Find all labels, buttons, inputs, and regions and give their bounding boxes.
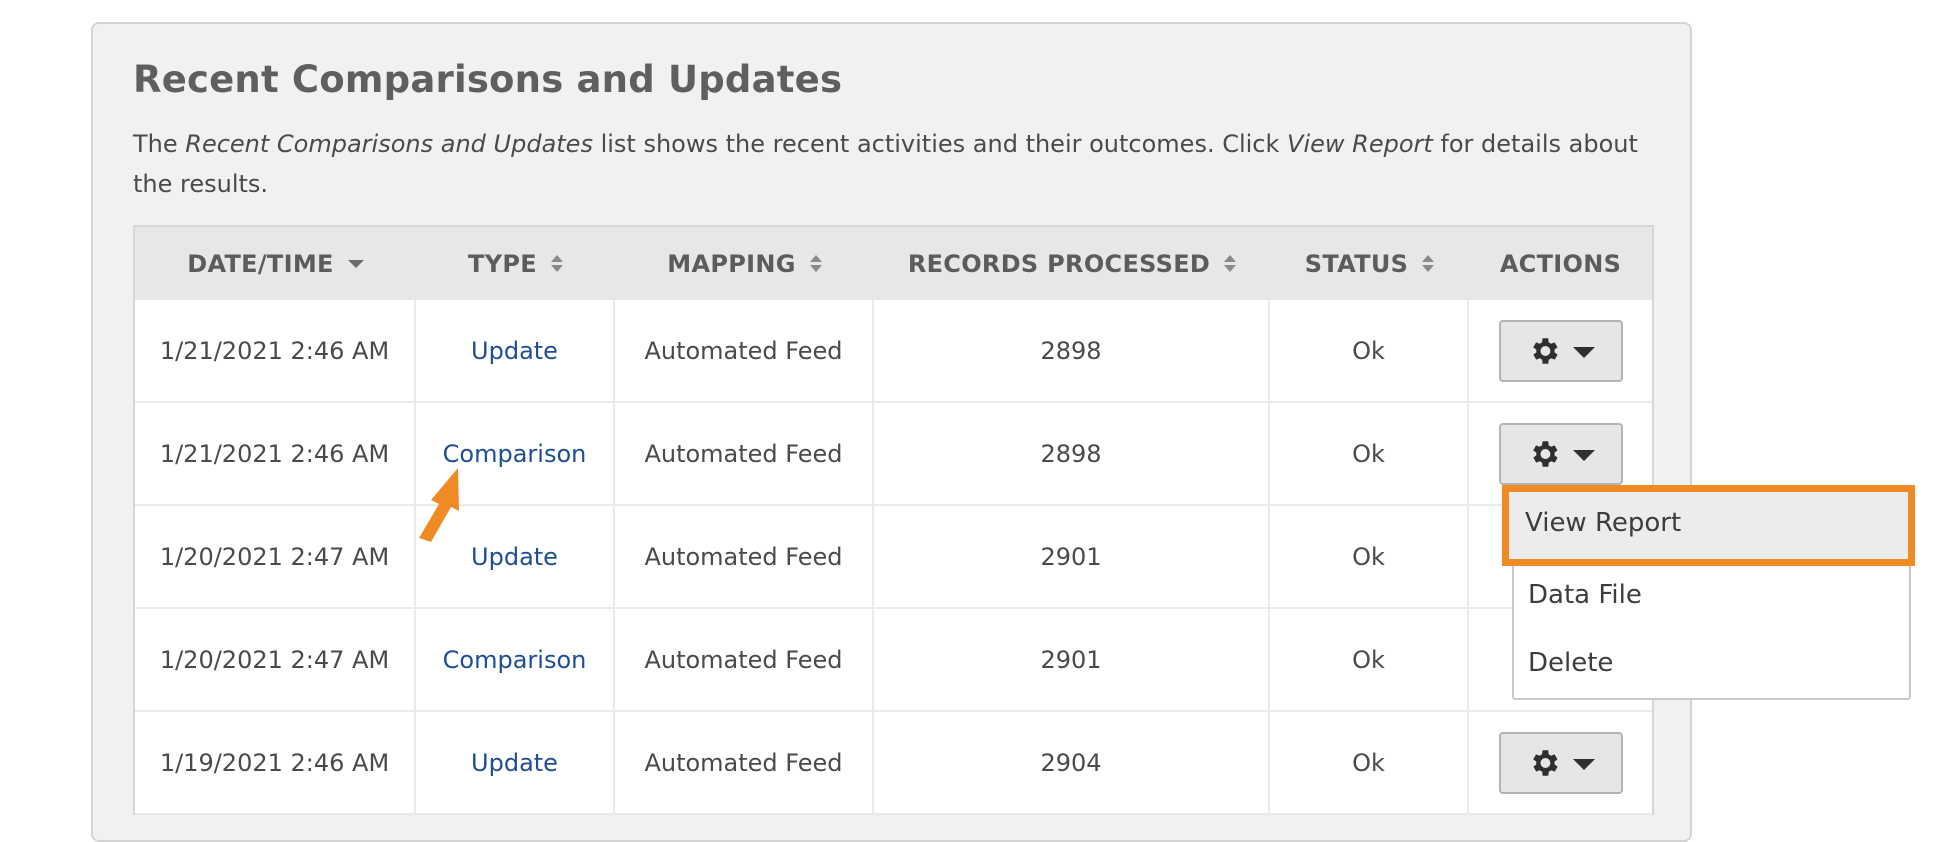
sort-icon [1224,255,1237,272]
cell-status: Ok [1270,609,1469,710]
sort-icon [550,255,563,272]
header-type-label: TYPE [468,249,537,278]
desc-emphasis-2: View Report [1287,130,1433,158]
header-status[interactable]: STATUS [1270,227,1469,300]
type-link[interactable]: Comparison [443,646,587,674]
actions-dropdown-button[interactable] [1498,319,1623,382]
type-link[interactable]: Update [471,337,558,365]
cell-type: Update [416,712,615,813]
cell-datetime: 1/21/2021 2:46 AM [135,300,416,401]
cell-datetime: 1/19/2021 2:46 AM [135,712,416,813]
caret-down-icon [1572,758,1595,770]
header-type[interactable]: TYPE [416,227,615,300]
arrow-icon [419,468,459,542]
cell-mapping: Automated Feed [615,609,874,710]
header-actions: ACTIONS [1469,227,1652,300]
cell-mapping: Automated Feed [615,506,874,607]
desc-emphasis-1: Recent Comparisons and Updates [185,130,593,158]
table-header-row: DATE/TIME TYPE MAPPING RECORDS PROCESSED… [135,227,1652,300]
header-records-label: RECORDS PROCESSED [907,249,1211,278]
cell-datetime: 1/20/2021 2:47 AM [135,506,416,607]
table-row: 1/21/2021 2:46 AM Update Automated Feed … [135,300,1652,403]
table-row: 1/20/2021 2:47 AM Comparison Automated F… [135,609,1652,712]
cell-status: Ok [1270,300,1469,401]
caret-down-icon [1572,346,1595,358]
header-mapping[interactable]: MAPPING [615,227,874,300]
cell-actions [1469,300,1652,401]
cell-type: Update [416,300,615,401]
menu-item-data-file[interactable]: Data File [1528,580,1642,610]
menu-item-view-report-highlight: View Report [1502,485,1915,566]
cell-mapping: Automated Feed [615,712,874,813]
cell-mapping: Automated Feed [615,300,874,401]
cell-datetime: 1/21/2021 2:46 AM [135,403,416,504]
sort-icon [809,255,822,272]
cell-records: 2901 [874,506,1270,607]
cell-status: Ok [1270,506,1469,607]
activity-table: DATE/TIME TYPE MAPPING RECORDS PROCESSED… [133,225,1654,815]
table-row: 1/20/2021 2:47 AM Update Automated Feed … [135,506,1652,609]
cell-records: 2904 [874,712,1270,813]
desc-text-1: The [133,130,186,158]
type-link[interactable]: Update [471,543,558,571]
header-datetime[interactable]: DATE/TIME [135,227,416,300]
cell-status: Ok [1270,403,1469,504]
gear-icon [1532,749,1558,776]
section-description: The Recent Comparisons and Updates list … [133,124,1663,204]
cell-datetime: 1/20/2021 2:47 AM [135,609,416,710]
desc-text-2: list shows the recent activities and the… [592,130,1288,158]
cell-status: Ok [1270,712,1469,813]
actions-dropdown-button[interactable] [1498,731,1623,794]
type-link[interactable]: Update [471,749,558,777]
cell-records: 2898 [874,300,1270,401]
cell-records: 2898 [874,403,1270,504]
header-records[interactable]: RECORDS PROCESSED [874,227,1270,300]
cell-type: Comparison [416,609,615,710]
menu-item-delete[interactable]: Delete [1528,648,1613,678]
table-row: 1/21/2021 2:46 AM Comparison Automated F… [135,403,1652,506]
menu-item-view-report[interactable]: View Report [1525,508,1681,538]
header-datetime-label: DATE/TIME [187,249,334,278]
header-status-label: STATUS [1304,249,1409,278]
caret-down-icon [347,259,364,268]
sort-icon [1422,255,1435,272]
cell-mapping: Automated Feed [615,403,874,504]
caret-down-icon [1572,449,1595,461]
section-title: Recent Comparisons and Updates [133,58,843,101]
header-mapping-label: MAPPING [667,249,796,278]
cell-actions [1469,712,1652,813]
gear-icon [1532,440,1558,467]
cell-records: 2901 [874,609,1270,710]
gear-icon [1532,337,1558,364]
header-actions-label: ACTIONS [1499,249,1622,278]
actions-dropdown-button[interactable] [1498,422,1623,485]
